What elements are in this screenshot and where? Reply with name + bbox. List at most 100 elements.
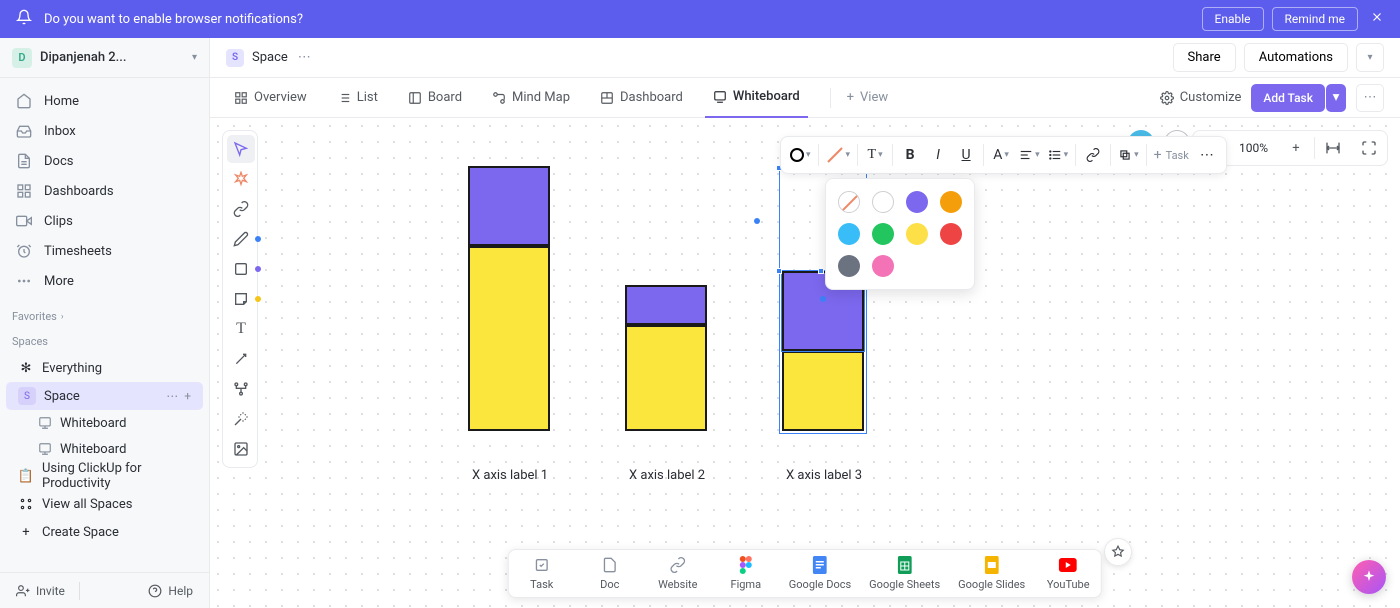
embed-task[interactable]: Task: [517, 556, 567, 591]
position-button[interactable]: ▾: [1115, 141, 1142, 169]
close-icon[interactable]: [1370, 10, 1384, 28]
italic-button[interactable]: I: [925, 141, 951, 169]
tab-dashboard[interactable]: Dashboard: [592, 78, 691, 118]
magic-tool[interactable]: [227, 405, 255, 433]
bell-icon: [16, 9, 32, 29]
x-axis-label-2[interactable]: X axis label 2: [629, 468, 705, 483]
x-axis-label-1[interactable]: X axis label 1: [472, 468, 548, 483]
text-tool[interactable]: T: [227, 315, 255, 343]
nav-dashboards[interactable]: Dashboards: [0, 176, 209, 206]
color-pink[interactable]: [872, 255, 894, 277]
whiteboard-icon: [38, 442, 52, 456]
sidebar-item-doc[interactable]: 📋Using ClickUp for Productivity: [6, 462, 203, 490]
help-button[interactable]: Help: [140, 580, 201, 602]
embed-gdocs[interactable]: Google Docs: [789, 556, 851, 591]
add-task-chevron[interactable]: ▾: [1326, 84, 1346, 112]
ai-fab-button[interactable]: [1352, 560, 1386, 594]
fit-width-button[interactable]: [1315, 130, 1351, 166]
x-axis-label-3[interactable]: X axis label 3: [786, 468, 862, 483]
embed-gsheets[interactable]: Google Sheets: [869, 556, 940, 591]
more-button[interactable]: ⋯: [1356, 84, 1384, 112]
pin-button[interactable]: [1104, 538, 1132, 566]
embed-doc[interactable]: Doc: [585, 556, 635, 591]
embed-gslides[interactable]: Google Slides: [958, 556, 1025, 591]
underline-button[interactable]: U: [953, 141, 979, 169]
zoom-percent[interactable]: 100%: [1229, 141, 1278, 155]
more-icon[interactable]: ⋯: [298, 50, 311, 65]
bar-2-yellow[interactable]: [625, 325, 707, 431]
shape-tool[interactable]: [227, 255, 255, 283]
connector-tool[interactable]: [227, 345, 255, 373]
space-actions[interactable]: ⋯ +: [166, 389, 191, 403]
invite-button[interactable]: Invite: [8, 580, 73, 602]
nav-inbox[interactable]: Inbox: [0, 116, 209, 146]
fullscreen-button[interactable]: [1351, 130, 1387, 166]
tab-whiteboard[interactable]: Whiteboard: [705, 78, 808, 118]
enable-button[interactable]: Enable: [1202, 7, 1264, 31]
border-color-button[interactable]: ▾: [823, 141, 854, 169]
bar-2-purple[interactable]: [625, 285, 707, 325]
color-gray[interactable]: [838, 255, 860, 277]
sidebar-item-space[interactable]: SSpace⋯ +: [6, 382, 203, 410]
sidebar-item-everything[interactable]: ✻Everything: [6, 354, 203, 382]
automations-button[interactable]: Automations: [1244, 43, 1348, 72]
select-tool[interactable]: [227, 135, 255, 163]
tab-list[interactable]: List: [329, 78, 386, 118]
color-orange[interactable]: [940, 191, 962, 213]
embed-youtube[interactable]: YouTube: [1043, 556, 1093, 591]
breadcrumb-space[interactable]: Space: [252, 50, 288, 65]
text-color-button[interactable]: A▾: [988, 141, 1014, 169]
remind-button[interactable]: Remind me: [1272, 7, 1358, 31]
shape-type-button[interactable]: ▾: [787, 141, 814, 169]
sidebar-item-whiteboard-1[interactable]: Whiteboard: [0, 410, 209, 436]
automations-chevron[interactable]: ▾: [1356, 43, 1384, 72]
ai-tool[interactable]: [227, 165, 255, 193]
bold-button[interactable]: B: [897, 141, 923, 169]
sidebar-item-viewall[interactable]: View all Spaces: [6, 490, 203, 518]
zoom-in-button[interactable]: +: [1278, 130, 1314, 166]
workspace-switcher[interactable]: D Dipanjenah 2... ▾: [0, 38, 209, 78]
grid-icon: [18, 496, 34, 512]
color-yellow[interactable]: [906, 223, 928, 245]
color-none[interactable]: [838, 191, 860, 213]
color-green[interactable]: [872, 223, 894, 245]
align-button[interactable]: ▾: [1016, 141, 1043, 169]
add-task-button[interactable]: Add Task: [1251, 84, 1325, 112]
nav-home[interactable]: Home: [0, 86, 209, 116]
tab-mindmap[interactable]: Mind Map: [484, 78, 578, 118]
embed-figma[interactable]: Figma: [721, 556, 771, 591]
nav-more[interactable]: More: [0, 266, 209, 296]
image-tool[interactable]: [227, 435, 255, 463]
favorites-section[interactable]: Favorites›: [0, 304, 209, 329]
convert-task-button[interactable]: +Task: [1151, 141, 1192, 169]
link-button[interactable]: [1080, 141, 1106, 169]
sticky-tool[interactable]: [227, 285, 255, 313]
relation-tool[interactable]: [227, 375, 255, 403]
whiteboard-canvas[interactable]: T X axis label 1 X axis label 2 X axis l…: [210, 118, 1400, 608]
pen-tool[interactable]: [227, 225, 255, 253]
bar-1-yellow[interactable]: [468, 246, 550, 431]
share-button[interactable]: Share: [1173, 43, 1236, 72]
tab-overview[interactable]: Overview: [226, 78, 315, 118]
color-red[interactable]: [940, 223, 962, 245]
color-blue[interactable]: [838, 223, 860, 245]
bar-3-yellow[interactable]: [782, 351, 864, 431]
more-options-button[interactable]: ⋯: [1194, 141, 1220, 169]
bar-1-purple[interactable]: [468, 166, 550, 246]
sidebar: D Dipanjenah 2... ▾ Home Inbox Docs Dash…: [0, 38, 210, 608]
tab-add-view[interactable]: +View: [839, 78, 897, 118]
embed-toolbar: Task Doc Website Figma Google Docs Googl…: [508, 549, 1102, 598]
color-white[interactable]: [872, 191, 894, 213]
embed-website[interactable]: Website: [653, 556, 703, 591]
sidebar-item-whiteboard-2[interactable]: Whiteboard: [0, 436, 209, 462]
link-tool[interactable]: [227, 195, 255, 223]
sidebar-item-create[interactable]: +Create Space: [6, 518, 203, 546]
customize-button[interactable]: Customize: [1160, 90, 1242, 105]
tab-board[interactable]: Board: [400, 78, 470, 118]
nav-timesheets[interactable]: Timesheets: [0, 236, 209, 266]
color-purple[interactable]: [906, 191, 928, 213]
nav-docs[interactable]: Docs: [0, 146, 209, 176]
nav-clips[interactable]: Clips: [0, 206, 209, 236]
list-button[interactable]: ▾: [1045, 141, 1072, 169]
font-size-button[interactable]: T▾: [862, 141, 888, 169]
